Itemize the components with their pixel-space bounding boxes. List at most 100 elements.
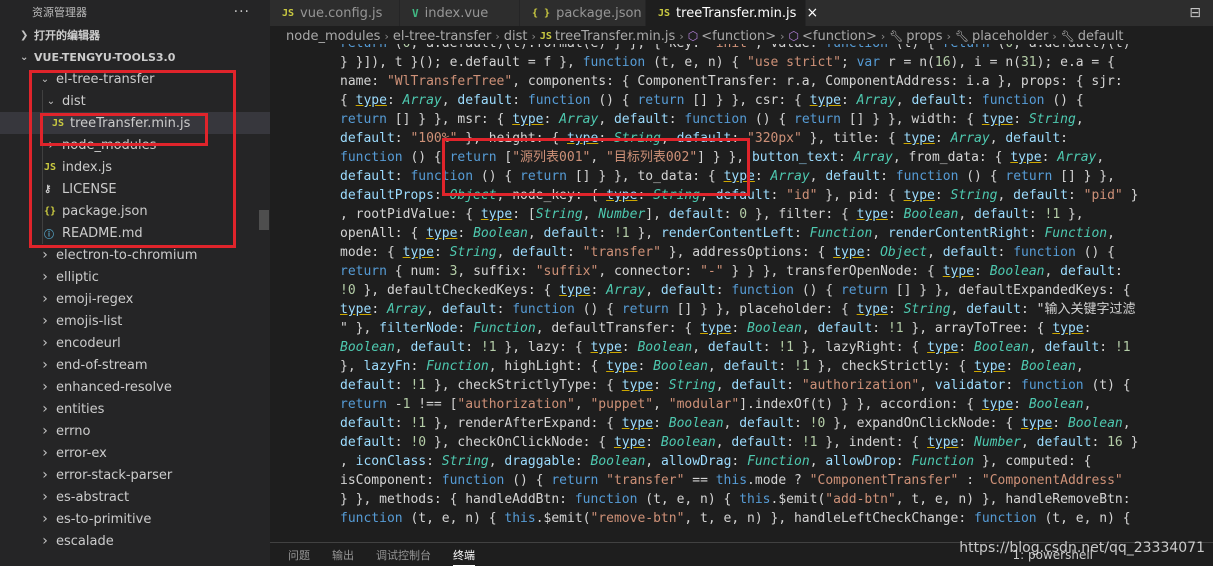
panel-tab[interactable]: 输出 — [332, 549, 354, 562]
cube-icon: ⬡ — [788, 29, 799, 43]
code-line: { type: Array, default: function () { re… — [340, 93, 1084, 108]
chevron-right-icon: ❯ — [20, 29, 29, 41]
editor-tab[interactable]: { } package.json — [520, 0, 646, 26]
chevron-down-icon: ⌄ — [40, 73, 50, 85]
breadcrumb-item[interactable]: placeholder — [972, 29, 1048, 44]
indent-guide — [42, 90, 43, 112]
tree-folder[interactable]: ⌄ el-tree-transfer — [0, 68, 270, 90]
breadcrumb-item[interactable]: node_modules — [286, 29, 380, 44]
panel-tab[interactable]: 终端 — [453, 548, 475, 566]
tree-folder[interactable]: › encodeurl — [0, 332, 270, 354]
tree-folder[interactable]: › node_modules — [0, 134, 270, 156]
editor-tab[interactable]: JS treeTransfer.min.js × — [646, 0, 818, 26]
explorer-title: 资源管理器 — [32, 6, 87, 19]
tree-folder[interactable]: › end-of-stream — [0, 354, 270, 376]
breadcrumb-item[interactable]: default — [1078, 29, 1124, 44]
tree-folder[interactable]: › enhanced-resolve — [0, 376, 270, 398]
breadcrumb-item[interactable]: <function> — [802, 29, 877, 44]
tree-item-label: error-stack-parser — [56, 467, 173, 483]
chevron-right-icon: › — [42, 335, 48, 351]
breadcrumb: node_modules › el-tree-transfer › dist › JS tre… — [270, 26, 1213, 46]
open-editors-section[interactable]: ❯ 打开的编辑器 — [0, 24, 270, 46]
tree-file[interactable]: JS index.js — [0, 156, 270, 178]
tree-item-label: encodeurl — [56, 335, 121, 351]
tree-folder[interactable]: › escalade — [0, 530, 270, 552]
code-line: !0 }, defaultCheckedKeys: { type: Array,… — [340, 283, 1131, 298]
code-view[interactable]: return (0, a.default)(t).format(e) } }, … — [340, 44, 1210, 536]
editor-tab[interactable]: Vindex.vue — [400, 0, 520, 26]
breadcrumb-item[interactable]: treeTransfer.min.js — [555, 29, 675, 44]
indent-guide — [42, 222, 43, 244]
panel-tab[interactable]: 调试控制台 — [376, 549, 431, 562]
code-line: name: "WlTransferTree", components: { Co… — [340, 74, 1123, 89]
explorer-sidebar: 资源管理器 ··· ❯ 打开的编辑器 ⌄ VUE-TENGYU-TOOLS3.0… — [0, 0, 270, 566]
sidebar-scrollbar[interactable] — [259, 210, 269, 230]
code-line: default: "100%" }, height: { type: Strin… — [340, 131, 1068, 146]
tree-file[interactable]: ⚷ LICENSE — [0, 178, 270, 200]
wrench-icon: 🔧︎ — [1060, 29, 1075, 43]
json-file-icon: { } — [532, 7, 551, 19]
chevron-right-icon: › — [42, 269, 48, 285]
tab-label: package.json — [556, 5, 642, 21]
breadcrumb-item[interactable]: props — [906, 29, 942, 44]
tree-folder[interactable]: › entities — [0, 398, 270, 420]
editor-tab[interactable]: JS vue.config.js — [270, 0, 400, 26]
breadcrumb-item[interactable]: el-tree-transfer — [393, 29, 491, 44]
code-line: } }, methods: { handleAddBtn: function (… — [340, 492, 1131, 507]
tree-item-label: dist — [62, 93, 86, 109]
project-section[interactable]: ⌄ VUE-TENGYU-TOOLS3.0 — [0, 46, 270, 68]
code-line: default: !0 }, checkOnClickNode: { type:… — [340, 435, 1139, 450]
info-icon: ⓘ — [44, 229, 54, 241]
chevron-down-icon: ⌄ — [20, 51, 29, 63]
tree-folder[interactable]: › es-abstract — [0, 486, 270, 508]
code-line: Boolean, default: !1 }, lazy: { type: Bo… — [340, 340, 1131, 355]
tree-item-label: el-tree-transfer — [56, 71, 155, 87]
code-line: openAll: { type: Boolean, default: !1 },… — [340, 226, 1115, 241]
tree-item-label: node_modules — [62, 137, 157, 153]
code-line: return (0, a.default)(t).format(e) } }, … — [340, 44, 1210, 53]
tree-folder[interactable]: › electron-to-chromium — [0, 244, 270, 266]
chevron-right-icon: › — [42, 467, 48, 483]
close-icon[interactable]: × — [806, 5, 818, 21]
tree-folder[interactable]: › error-ex — [0, 442, 270, 464]
more-actions-icon[interactable]: ··· — [234, 4, 250, 20]
tree-item-label: elliptic — [56, 269, 99, 285]
js-file-icon: JS — [52, 117, 65, 129]
chevron-right-icon: › — [42, 445, 48, 461]
breadcrumb-item[interactable]: <function> — [701, 29, 776, 44]
tree-file[interactable]: JS treeTransfer.min.js — [0, 112, 270, 134]
chevron-right-icon: › — [946, 29, 951, 43]
json-file-icon: {} — [44, 205, 57, 217]
panel-tab[interactable]: 问题 — [288, 549, 310, 562]
vue-file-icon: V — [412, 6, 419, 20]
tree-file[interactable]: {} package.json — [0, 200, 270, 222]
tree-folder[interactable]: › es-to-primitive — [0, 508, 270, 530]
indent-guide — [42, 134, 43, 156]
chevron-right-icon: › — [780, 29, 785, 43]
tree-file[interactable]: ⓘ README.md — [0, 222, 270, 244]
tree-item-label: index.js — [62, 159, 113, 175]
js-file-icon: JS — [44, 161, 57, 173]
tree-folder[interactable]: › emojis-list — [0, 310, 270, 332]
chevron-down-icon: ⌄ — [46, 95, 56, 107]
code-line: function () { return ["源列表001", "目标列表002… — [340, 150, 1105, 165]
tree-item-label: enhanced-resolve — [56, 379, 172, 395]
tree-item-label: README.md — [62, 225, 143, 241]
breadcrumb-item[interactable]: dist — [504, 29, 528, 44]
tree-item-label: emojis-list — [56, 313, 123, 329]
tree-folder[interactable]: ⌄ dist — [0, 90, 270, 112]
code-line: return -1 !== ["authorization", "puppet"… — [340, 397, 1092, 412]
wrench-icon: 🔧︎ — [954, 29, 969, 43]
chevron-right-icon: › — [42, 247, 48, 263]
cube-icon: ⬡ — [687, 29, 699, 43]
tree-item-label: emoji-regex — [56, 291, 134, 307]
code-line: " }, filterNode: Function, defaultTransf… — [340, 321, 1092, 336]
wrench-icon: 🔧︎ — [889, 29, 904, 43]
code-line: } }]), t }(); e.default = f }, function … — [340, 55, 1115, 70]
chevron-right-icon: › — [1052, 29, 1057, 43]
tree-folder[interactable]: › emoji-regex — [0, 288, 270, 310]
tree-folder[interactable]: › elliptic — [0, 266, 270, 288]
split-editor-icon[interactable]: ⊟ — [1189, 0, 1213, 26]
tree-folder[interactable]: › errno — [0, 420, 270, 442]
tree-folder[interactable]: › error-stack-parser — [0, 464, 270, 486]
